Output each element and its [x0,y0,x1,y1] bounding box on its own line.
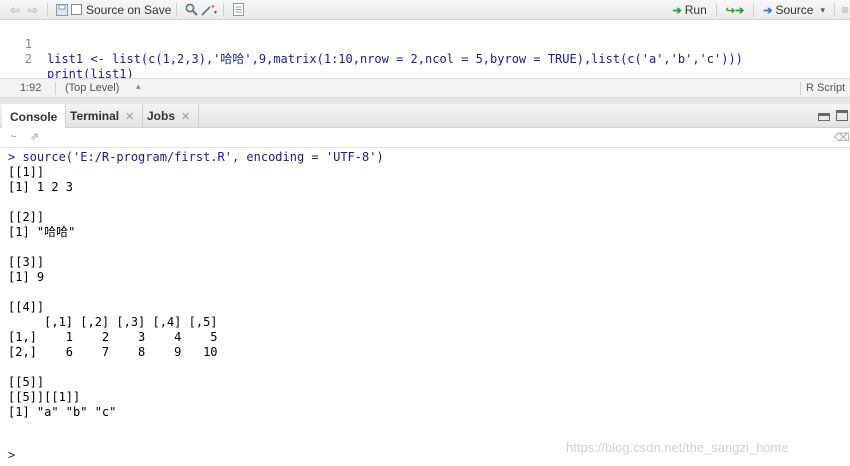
close-icon[interactable]: ✕ [181,110,190,123]
tab-jobs[interactable]: Jobs ✕ [139,104,200,128]
console-line: [[3]] [8,255,45,269]
console-output[interactable]: > source('E:/R-program/first.R', encodin… [0,148,850,466]
tab-label: Jobs [147,109,176,123]
editor-line[interactable]: 2 print(list1) [0,37,850,81]
line-code[interactable]: list1 <- list(c(1,2,3),'哈哈',9,matrix(1:1… [47,52,743,67]
console-line: [[2]] [8,210,45,224]
tab-terminal[interactable]: Terminal ✕ [62,104,144,128]
run-arrow-icon: ➔ [672,4,682,17]
close-icon[interactable]: ✕ [125,110,134,123]
minimize-pane-icon[interactable] [818,113,830,121]
toolbar-divider [47,2,48,17]
go-to-directory-icon[interactable]: ⇗ [30,130,39,143]
line-number: 2 [24,52,32,66]
checkbox-box[interactable] [71,4,82,15]
source-dropdown-icon[interactable]: ▾ [820,5,825,16]
source-on-save-label: Source on Save [86,2,172,17]
toolbar-divider [176,2,178,17]
toolbar-divider [223,2,225,17]
console-line: [1] 1 2 3 [8,180,74,194]
run-button[interactable]: ➔ Run [669,3,711,17]
watermark: https://blog.csdn.net/the_sangzi_home [566,440,789,455]
console-command: > source('E:/R-program/first.R', encodin… [8,150,384,164]
console-line: [1] 9 [8,270,45,284]
status-divider [800,82,801,95]
console-line: [,1] [,2] [,3] [,4] [,5] [8,315,218,329]
source-on-save-checkbox[interactable]: Source on Save [71,3,171,17]
file-type-selector[interactable]: R Script [806,82,845,94]
tab-label: Console [10,109,58,124]
console-line: [[1]] [8,165,45,179]
console-tab-bar: Console Terminal ✕ Jobs ✕ [0,104,850,129]
code-editor[interactable]: 1 list1 <- list(c(1,2,3),'哈哈',9,matrix(1… [0,20,850,81]
rerun-button[interactable]: ↪➔ [722,4,748,17]
tab-console[interactable]: Console [2,104,67,129]
toolbar-divider [715,3,717,17]
magic-wand-icon[interactable]: ✦ ▾ [200,2,218,18]
console-prompt[interactable]: > [8,448,15,463]
console-line: [[4]] [8,300,45,314]
console-line: [[5]][[1]] [8,390,81,404]
back-arrow-icon[interactable]: ⇦ [6,2,24,18]
scope-dropdown-icon[interactable]: ▴ [136,81,141,92]
source-arrow-icon: ➔ [763,4,773,17]
console-path-bar: ~ ⇗ ⌫ [0,128,850,148]
document-outline-icon[interactable] [229,2,247,18]
svg-text:▾: ▾ [214,9,217,16]
console-line: [1] "哈哈" [8,225,76,239]
toolbar-divider [753,3,755,17]
editor-toolbar: ⇦ ⇨ Source on Save ✦ ▾ ➔ Run ↪➔ ➔ Source … [0,0,850,20]
save-icon[interactable] [53,2,71,18]
toolbar-right-group: ➔ Run ↪➔ ➔ Source ▾ ≡ [669,0,850,20]
console-line: [2,] 6 7 8 9 10 [8,345,218,359]
forward-arrow-icon[interactable]: ⇨ [24,2,42,18]
console-line: [1,] 1 2 3 4 5 [8,330,218,344]
cursor-position: 1:92 [20,82,42,94]
clear-console-icon[interactable]: ⌫ [834,131,850,144]
source-button[interactable]: ➔ Source ▾ [759,3,829,17]
maximize-pane-icon[interactable] [836,110,848,121]
editor-line[interactable]: 1 list1 <- list(c(1,2,3),'哈哈',9,matrix(1… [0,22,850,66]
editor-status-bar: 1:92 (Top Level) ▴ R Script [0,78,850,98]
status-divider [55,82,56,95]
console-line: [1] "a" "b" "c" [8,405,117,419]
tab-label: Terminal [70,109,120,123]
run-label: Run [684,3,707,17]
scope-selector[interactable]: (Top Level) [65,82,119,94]
source-label: Source [775,3,814,17]
r-version-icon: ~ [10,131,17,143]
search-icon[interactable] [182,2,200,18]
editor-menu-icon[interactable]: ≡ [840,2,850,18]
toolbar-divider [834,3,835,17]
console-line: [[5]] [8,375,45,389]
rerun-arrow-icon: ↪➔ [725,4,745,17]
